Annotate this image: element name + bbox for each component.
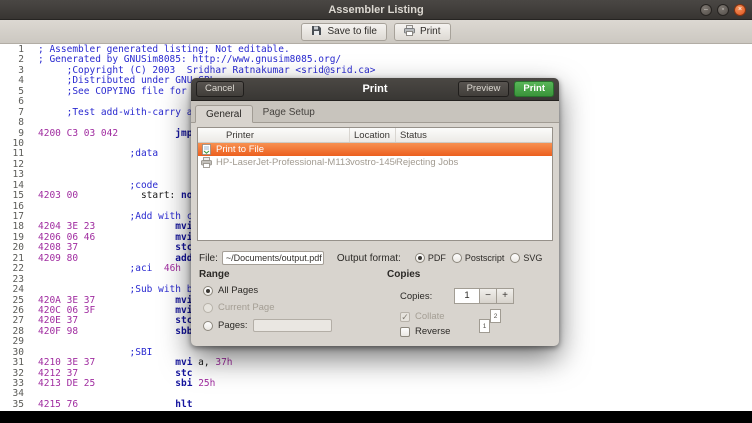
copies-entry[interactable]: 1 xyxy=(454,288,480,304)
close-button[interactable]: × xyxy=(734,4,746,16)
listing-line: 33 4213 DE 25 sbi 25h xyxy=(0,378,752,389)
radio-pdf-icon xyxy=(414,253,425,263)
radio-current-page-icon xyxy=(203,302,213,313)
reverse-checkbox-row[interactable]: Reverse xyxy=(400,326,450,337)
line-code: ;aci 46h xyxy=(129,263,182,275)
screen: Assembler Listing – ▫ × Save to file Pri… xyxy=(0,0,752,423)
printer-list[interactable]: Printer Location Status Print to File HP-… xyxy=(197,127,553,241)
file-output-row: File: ~/Documents/output.pdf Output form… xyxy=(199,250,554,266)
pages-entry xyxy=(252,319,332,332)
line-code: ;data xyxy=(129,148,159,160)
radio-postscript-icon xyxy=(451,253,462,263)
save-icon xyxy=(311,25,322,39)
collate-page-2: 2 xyxy=(490,309,501,323)
column-location[interactable]: Location xyxy=(350,128,396,142)
printer-location: vostro-1450 xyxy=(350,157,396,168)
collate-page-1: 1 xyxy=(479,319,490,333)
print-dialog-header[interactable]: Print Cancel Preview Print xyxy=(191,78,559,101)
reverse-checkbox[interactable] xyxy=(400,326,410,337)
line-code: 4203 00 start: nop xyxy=(38,190,199,202)
save-to-file-label: Save to file xyxy=(327,26,377,37)
tab-page-setup[interactable]: Page Setup xyxy=(253,104,325,122)
general-tab-content: Printer Location Status Print to File HP-… xyxy=(191,123,559,346)
window-title: Assembler Listing xyxy=(328,3,424,16)
file-icon xyxy=(202,144,211,155)
print-toolbar-button[interactable]: Print xyxy=(393,22,451,41)
line-code: 4213 DE 25 sbi 25h xyxy=(38,378,216,389)
output-format-label: Output format: xyxy=(336,252,401,264)
window-controls: – ▫ × xyxy=(700,4,746,16)
range-section-title: Range xyxy=(199,269,230,280)
range-pages[interactable]: Pages: xyxy=(203,319,332,332)
print-confirm-button[interactable]: Print xyxy=(514,81,554,97)
line-code: 4200 C3 03 042 jmp xyxy=(38,127,193,139)
radio-pages-icon xyxy=(203,320,213,331)
copies-label: Copies: xyxy=(400,291,433,302)
print-dialog-tabs: General Page Setup xyxy=(191,101,559,123)
copies-decrease-button[interactable]: − xyxy=(479,288,497,304)
printer-name: HP-LaserJet-Professional-M1136-MFP xyxy=(216,157,350,168)
output-format-pdf[interactable]: PDF xyxy=(414,253,446,263)
line-number: 24 xyxy=(12,284,24,296)
printer-icon xyxy=(201,157,212,168)
maximize-button[interactable]: ▫ xyxy=(717,4,729,16)
cancel-button[interactable]: Cancel xyxy=(196,81,244,97)
line-number: 35 xyxy=(12,398,24,410)
column-status[interactable]: Status xyxy=(396,128,552,142)
printer-icon xyxy=(404,24,415,39)
minimize-button[interactable]: – xyxy=(700,4,712,16)
output-format-svg[interactable]: SVG xyxy=(510,253,542,263)
collate-preview: 2 1 xyxy=(479,309,501,333)
tab-general[interactable]: General xyxy=(195,105,253,123)
file-entry[interactable]: ~/Documents/output.pdf xyxy=(221,251,324,265)
line-code: 420F 98 sbb xyxy=(38,325,193,337)
printer-row[interactable]: Print to File xyxy=(198,143,552,156)
print-dialog: Print Cancel Preview Print General Page … xyxy=(191,78,559,346)
collate-checkbox-row: ✓ Collate xyxy=(400,311,445,322)
range-all-pages[interactable]: All Pages xyxy=(203,285,258,296)
preview-button[interactable]: Preview xyxy=(457,81,510,97)
output-format-postscript[interactable]: Postscript xyxy=(451,253,504,263)
copies-section-title: Copies xyxy=(387,269,421,280)
copies-increase-button[interactable]: + xyxy=(496,288,514,304)
line-code: ;Test add-with-carry and xyxy=(66,106,204,118)
line-code: 4215 76 hlt xyxy=(38,398,193,410)
line-number: 31 xyxy=(12,357,24,369)
printer-name: Print to File xyxy=(216,144,265,155)
line-number: 15 xyxy=(12,190,24,202)
printer-list-header: Printer Location Status xyxy=(198,128,552,143)
file-label: File: xyxy=(199,252,218,264)
collate-checkbox: ✓ xyxy=(400,311,410,322)
listing-line: 35 4215 76 hlt xyxy=(0,398,752,410)
line-number: 8 xyxy=(18,117,24,129)
column-printer[interactable]: Printer xyxy=(198,128,350,142)
desktop-background xyxy=(0,411,752,423)
radio-all-pages-icon xyxy=(203,285,213,296)
printer-row[interactable]: HP-LaserJet-Professional-M1136-MFPvostro… xyxy=(198,156,552,169)
printer-status: Rejecting Jobs xyxy=(396,157,459,168)
copies-spinner: 1 − + xyxy=(454,288,514,304)
range-current-page: Current Page xyxy=(203,302,275,313)
radio-svg-icon xyxy=(510,253,521,263)
titlebar[interactable]: Assembler Listing – ▫ × xyxy=(0,0,752,20)
toolbar: Save to file Print xyxy=(0,20,752,44)
print-toolbar-label: Print xyxy=(419,26,441,37)
save-to-file-button[interactable]: Save to file xyxy=(301,22,387,41)
